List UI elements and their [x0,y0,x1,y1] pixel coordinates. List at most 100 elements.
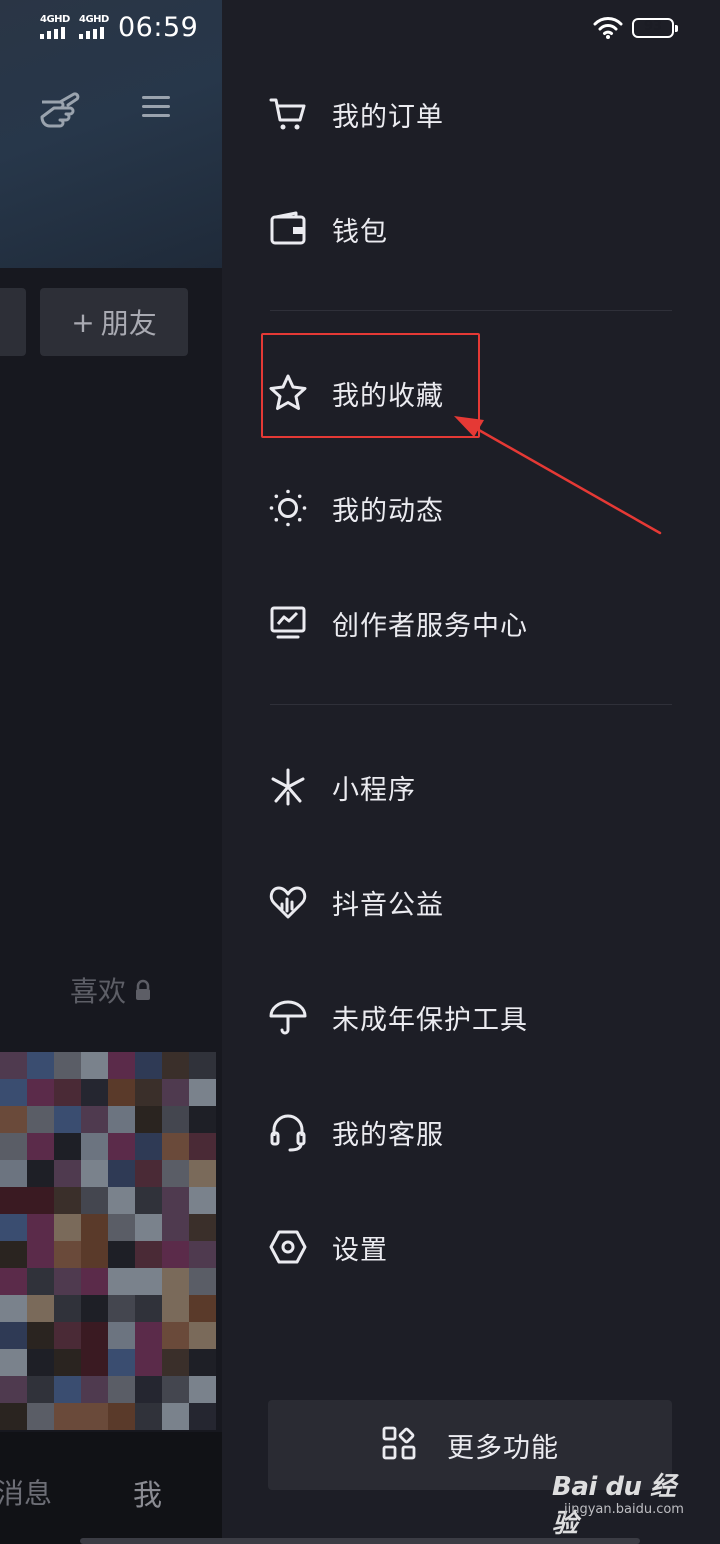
thumbnail-pixel [108,1106,135,1133]
thumbnail-pixel [162,1187,189,1214]
battery-icon: 93 [632,18,678,38]
pointing-hand-icon[interactable] [38,88,84,128]
annotation-highlight-box [261,333,480,438]
thumbnail-pixel [54,1052,81,1079]
thumbnail-pixel [0,1376,27,1403]
thumbnail-pixel [27,1052,54,1079]
thumbnail-pixel [54,1079,81,1106]
thumbnail-pixel [189,1403,216,1430]
thumbnail-pixel [27,1160,54,1187]
side-drawer-menu: 我的订单 钱包 我的收藏 我的动态 创作者服务中心 小程序 抖音公益 未成年保护… [222,0,720,1544]
edit-profile-button[interactable] [0,288,26,356]
thumbnail-pixel [0,1295,27,1322]
menu-item-creator-center[interactable]: 创作者服务中心 [268,593,668,653]
thumbnail-pixel [189,1241,216,1268]
thumbnail-pixel [54,1268,81,1295]
thumbnail-pixel [162,1133,189,1160]
thumbnail-pixel [135,1349,162,1376]
menu-item-label: 未成年保护工具 [332,1004,528,1036]
thumbnail-pixel [54,1295,81,1322]
divider [270,704,672,705]
thumbnail-pixel [54,1160,81,1187]
thumbnail-pixel [189,1106,216,1133]
thumbnail-pixel [108,1295,135,1322]
thumbnail-pixel [189,1322,216,1349]
thumbnail-pixel [135,1079,162,1106]
thumbnail-pixel [81,1268,108,1295]
thumbnail-pixel [81,1214,108,1241]
thumbnail-pixel [0,1403,27,1430]
thumbnail-pixel [189,1214,216,1241]
wifi-icon [593,17,623,39]
umbrella-icon [268,997,308,1037]
thumbnail-pixel [81,1052,108,1079]
thumbnail-pixel [27,1403,54,1430]
thumbnail-pixel [135,1241,162,1268]
thumbnail-pixel [0,1241,27,1268]
thumbnail-pixel [54,1403,81,1430]
menu-item-label: 创作者服务中心 [332,610,528,642]
thumbnail-pixel [135,1268,162,1295]
thumbnail-pixel [162,1349,189,1376]
thumbnail-pixel [27,1322,54,1349]
thumbnail-pixel [81,1133,108,1160]
thumbnail-pixel [27,1133,54,1160]
wallet-icon [268,209,308,249]
likes-tab-label: 喜欢 [70,975,127,1008]
add-friend-button[interactable]: + 朋友 [40,288,188,356]
thumbnail-pixel [108,1160,135,1187]
thumbnail-pixel [135,1133,162,1160]
menu-item-minor-protection[interactable]: 未成年保护工具 [268,987,668,1047]
thumbnail-pixel [108,1187,135,1214]
lock-icon [136,979,151,1000]
menu-item-mini-programs[interactable]: 小程序 [268,757,668,817]
thumbnail-pixel [27,1214,54,1241]
nav-me[interactable]: 我 [133,1472,162,1514]
thumbnail-pixel [0,1214,27,1241]
thumbnail-pixel [162,1079,189,1106]
thumbnail-pixel [27,1349,54,1376]
status-bar: 4GHD 4GHD 06:59 93 [0,0,720,60]
thumbnail-pixel [108,1349,135,1376]
thumbnail-pixel [162,1214,189,1241]
thumbnail-pixel [54,1349,81,1376]
thumbnail-pixel [108,1052,135,1079]
thumbnail-pixel [135,1106,162,1133]
thumbnail-pixel [135,1403,162,1430]
thumbnail-pixel [162,1106,189,1133]
menu-item-wallet[interactable]: 钱包 [268,199,668,259]
nav-messages[interactable]: 消息 [0,1472,52,1512]
thumbnail-pixel [162,1403,189,1430]
menu-item-customer-service[interactable]: 我的客服 [268,1102,668,1162]
menu-item-label: 抖音公益 [332,889,444,921]
thumbnail-pixel [54,1241,81,1268]
thumbnail-pixel [27,1106,54,1133]
tab-likes[interactable]: 喜欢 [70,970,152,1010]
thumbnail-pixel [162,1241,189,1268]
thumbnail-pixel [0,1160,27,1187]
thumbnail-pixel [162,1052,189,1079]
hamburger-menu-icon[interactable] [140,94,172,120]
apps-grid-icon [381,1425,417,1465]
thumbnail-pixel [54,1187,81,1214]
menu-item-settings[interactable]: 设置 [268,1217,668,1277]
thumbnail-pixel [108,1133,135,1160]
thumbnail-pixel [162,1160,189,1187]
menu-item-activity[interactable]: 我的动态 [268,478,668,538]
menu-item-orders[interactable]: 我的订单 [268,84,668,144]
thumbnail-pixel [135,1214,162,1241]
thumbnail-pixel [27,1268,54,1295]
blurred-video-thumbnails[interactable] [0,1052,222,1432]
battery-percent: 93 [643,19,663,34]
thumbnail-pixel [81,1295,108,1322]
thumbnail-pixel [108,1241,135,1268]
monitor-chart-icon [268,603,308,643]
headset-icon [268,1112,308,1152]
menu-item-charity[interactable]: 抖音公益 [268,872,668,932]
mini-program-icon [268,767,308,807]
network-type-label: 4GHD [79,14,109,25]
watermark-url: jingyan.baidu.com [564,1502,684,1517]
thumbnail-pixel [0,1322,27,1349]
signal-indicator-1: 4GHD [40,14,70,39]
thumbnail-pixel [27,1376,54,1403]
